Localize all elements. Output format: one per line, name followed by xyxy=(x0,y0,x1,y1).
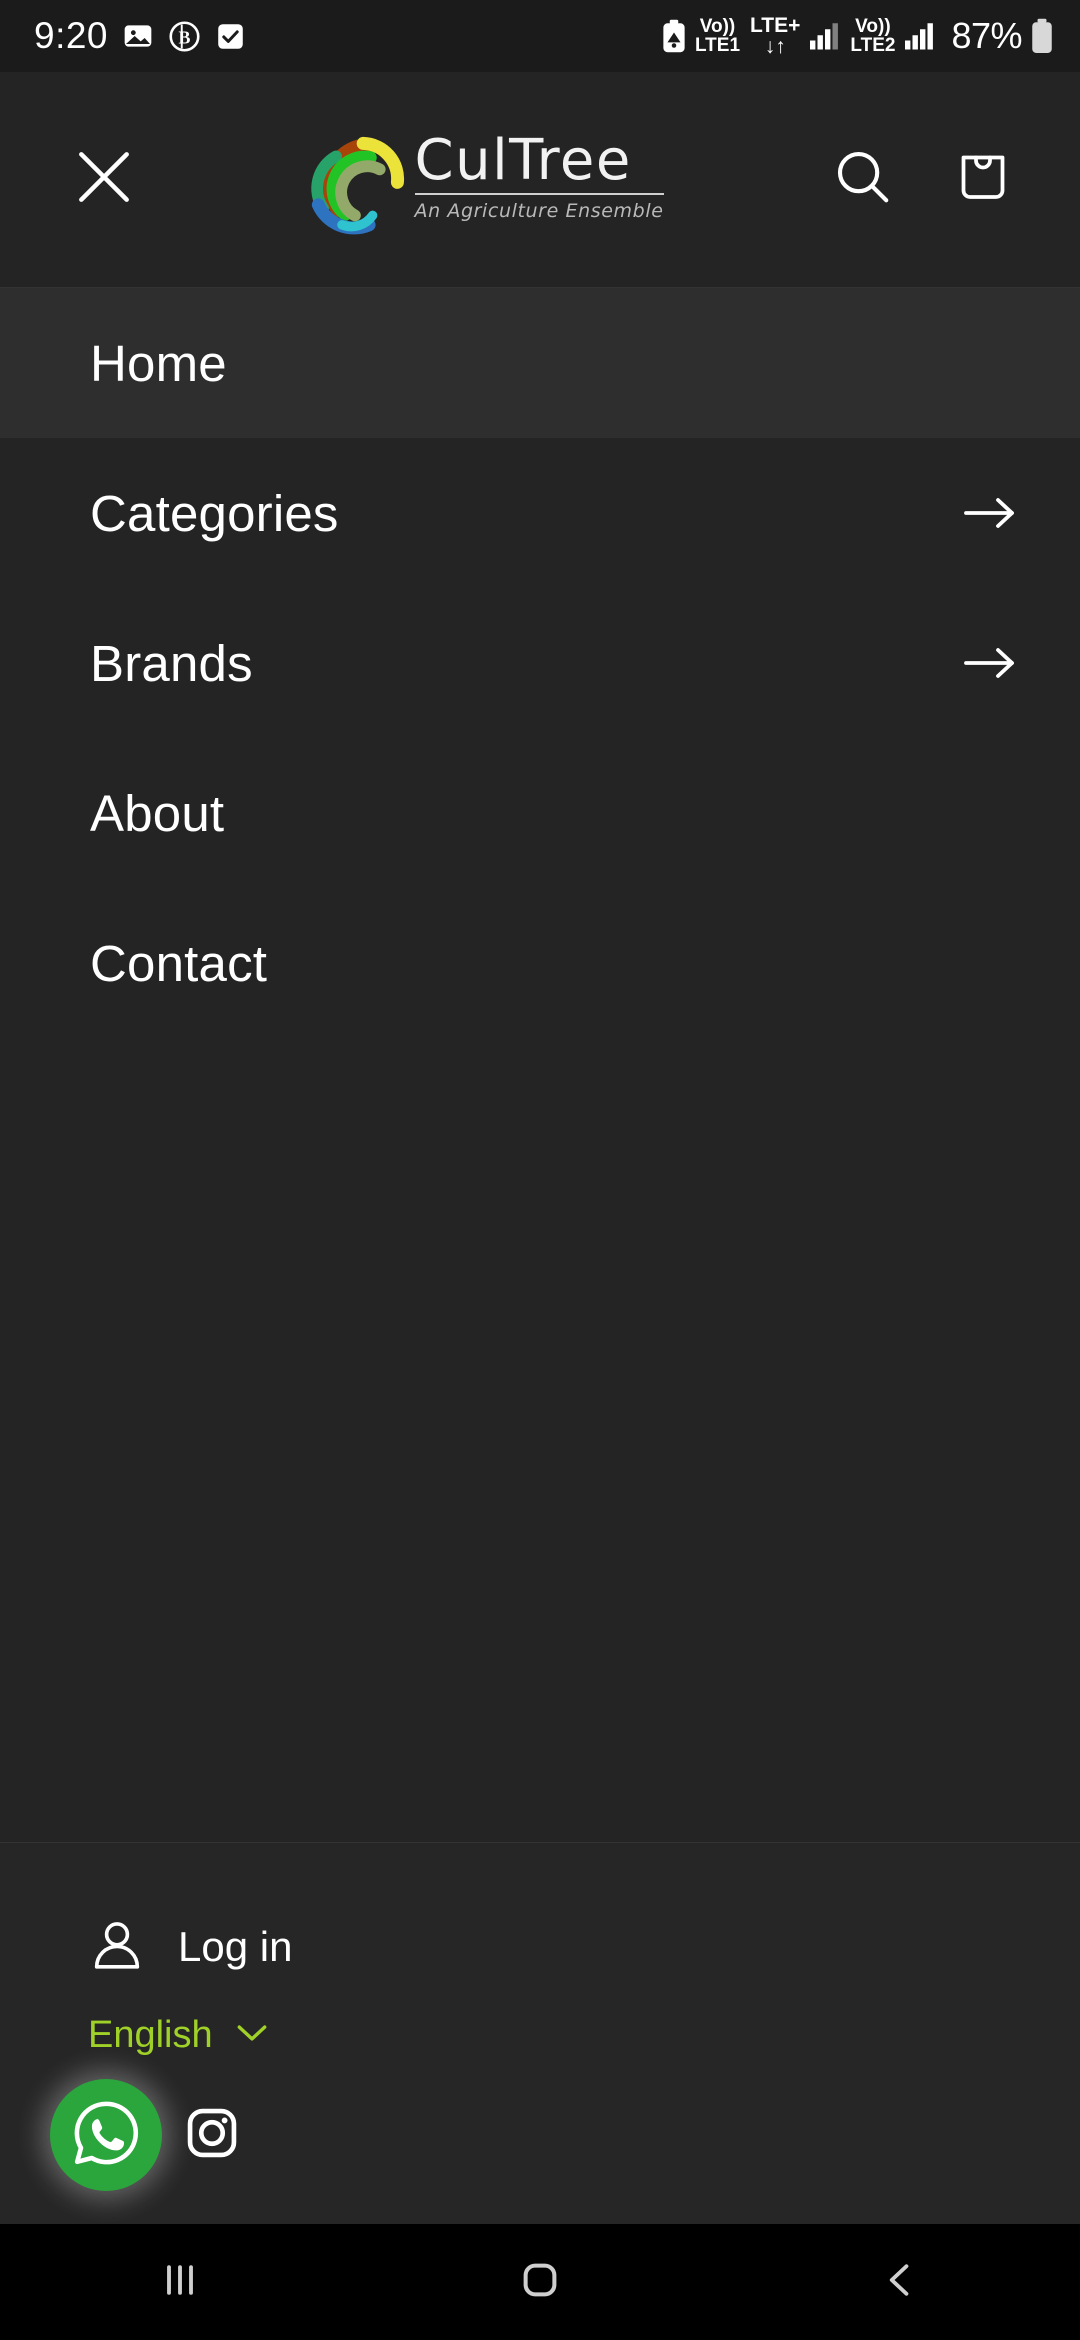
sim1-network-indicator: Vo)) LTE1 xyxy=(695,17,740,55)
home-icon xyxy=(517,2257,563,2308)
cultree-swirl-logo-icon xyxy=(303,121,421,239)
battery-percent-label: 87% xyxy=(951,15,1022,56)
menu-item-categories[interactable]: Categories xyxy=(0,438,1080,588)
status-bar-left: 9:20 B xyxy=(34,15,246,57)
status-bar-right: Vo)) LTE1 LTE+ ↓↑ Vo)) LTE2 87% xyxy=(661,15,1054,57)
sim1-volte-label: Vo)) xyxy=(699,16,736,37)
battery-saver-icon xyxy=(661,19,687,53)
sim1-label: LTE1 xyxy=(694,35,741,56)
status-clock: 9:20 xyxy=(34,15,109,56)
menu-item-contact[interactable]: Contact xyxy=(0,888,1080,1038)
logo-tagline: An Agriculture Ensemble xyxy=(414,200,664,222)
search-button[interactable] xyxy=(828,145,898,215)
battery-icon xyxy=(1030,18,1054,54)
drawer-footer: Log in English xyxy=(0,1842,1080,2224)
photo-icon xyxy=(122,20,154,52)
status-bar: 9:20 B Vo)) LTE1 LTE+ ↓↑ Vo)) LTE2 87% xyxy=(0,0,1080,72)
whatsapp-link[interactable] xyxy=(50,2079,162,2191)
instagram-icon xyxy=(184,2105,240,2166)
login-label: Log in xyxy=(178,1923,293,1970)
system-navigation-bar xyxy=(0,2224,1080,2340)
sim2-label: LTE2 xyxy=(850,35,896,56)
checkbox-checked-icon xyxy=(215,21,246,52)
sim2-volte-label: Vo)) xyxy=(855,16,891,37)
instagram-link[interactable] xyxy=(184,2107,240,2163)
menu-empty-space xyxy=(0,1038,1080,1842)
chevron-down-icon xyxy=(235,2022,269,2049)
menu-item-label: About xyxy=(90,784,225,842)
menu-item-label: Brands xyxy=(90,634,253,692)
menu-item-label: Categories xyxy=(90,484,339,542)
menu-item-label: Contact xyxy=(90,934,268,992)
menu-item-about[interactable]: About xyxy=(0,738,1080,888)
close-menu-button[interactable] xyxy=(60,136,148,224)
header-actions xyxy=(828,145,1018,215)
svg-text:B: B xyxy=(179,27,191,47)
drawer-menu: Home Categories Brands About Contact xyxy=(0,287,1080,1842)
drawer-header: CulTree An Agriculture Ensemble xyxy=(0,72,1080,287)
whatsapp-icon xyxy=(68,2095,144,2176)
logo-wordmark: CulTree xyxy=(414,133,664,195)
language-label: English xyxy=(88,2013,213,2056)
language-selector[interactable]: English xyxy=(0,1995,1080,2075)
signal-bars-sim1-icon xyxy=(808,21,842,51)
data-transfer-arrows: ↓↑ xyxy=(764,35,786,58)
sim2-network-indicator: Vo)) LTE2 xyxy=(850,17,895,55)
social-links xyxy=(0,2075,1080,2195)
close-icon xyxy=(72,145,136,214)
brand-logo[interactable]: CulTree An Agriculture Ensemble xyxy=(138,121,828,239)
login-button[interactable]: Log in xyxy=(0,1899,1080,1995)
home-button[interactable] xyxy=(470,2237,610,2327)
menu-item-label: Home xyxy=(90,334,227,392)
shopping-bag-icon xyxy=(953,147,1013,212)
arrow-right-icon xyxy=(962,493,1018,533)
network-type-indicator: LTE+ ↓↑ xyxy=(750,15,800,57)
recents-button[interactable] xyxy=(110,2237,250,2327)
network-type-label: LTE+ xyxy=(750,14,801,37)
cart-button[interactable] xyxy=(948,145,1018,215)
back-icon xyxy=(878,2258,922,2307)
app-root: 9:20 B Vo)) LTE1 LTE+ ↓↑ Vo)) LTE2 87% C… xyxy=(0,0,1080,2340)
bitcoin-badge-icon: B xyxy=(168,20,201,53)
menu-item-brands[interactable]: Brands xyxy=(0,588,1080,738)
arrow-right-icon xyxy=(962,643,1018,683)
search-icon xyxy=(832,146,894,213)
account-person-icon xyxy=(88,1916,146,1979)
back-button[interactable] xyxy=(830,2237,970,2327)
menu-item-home[interactable]: Home xyxy=(0,288,1080,438)
recents-icon xyxy=(158,2258,202,2307)
signal-bars-sim2-icon xyxy=(903,21,937,51)
